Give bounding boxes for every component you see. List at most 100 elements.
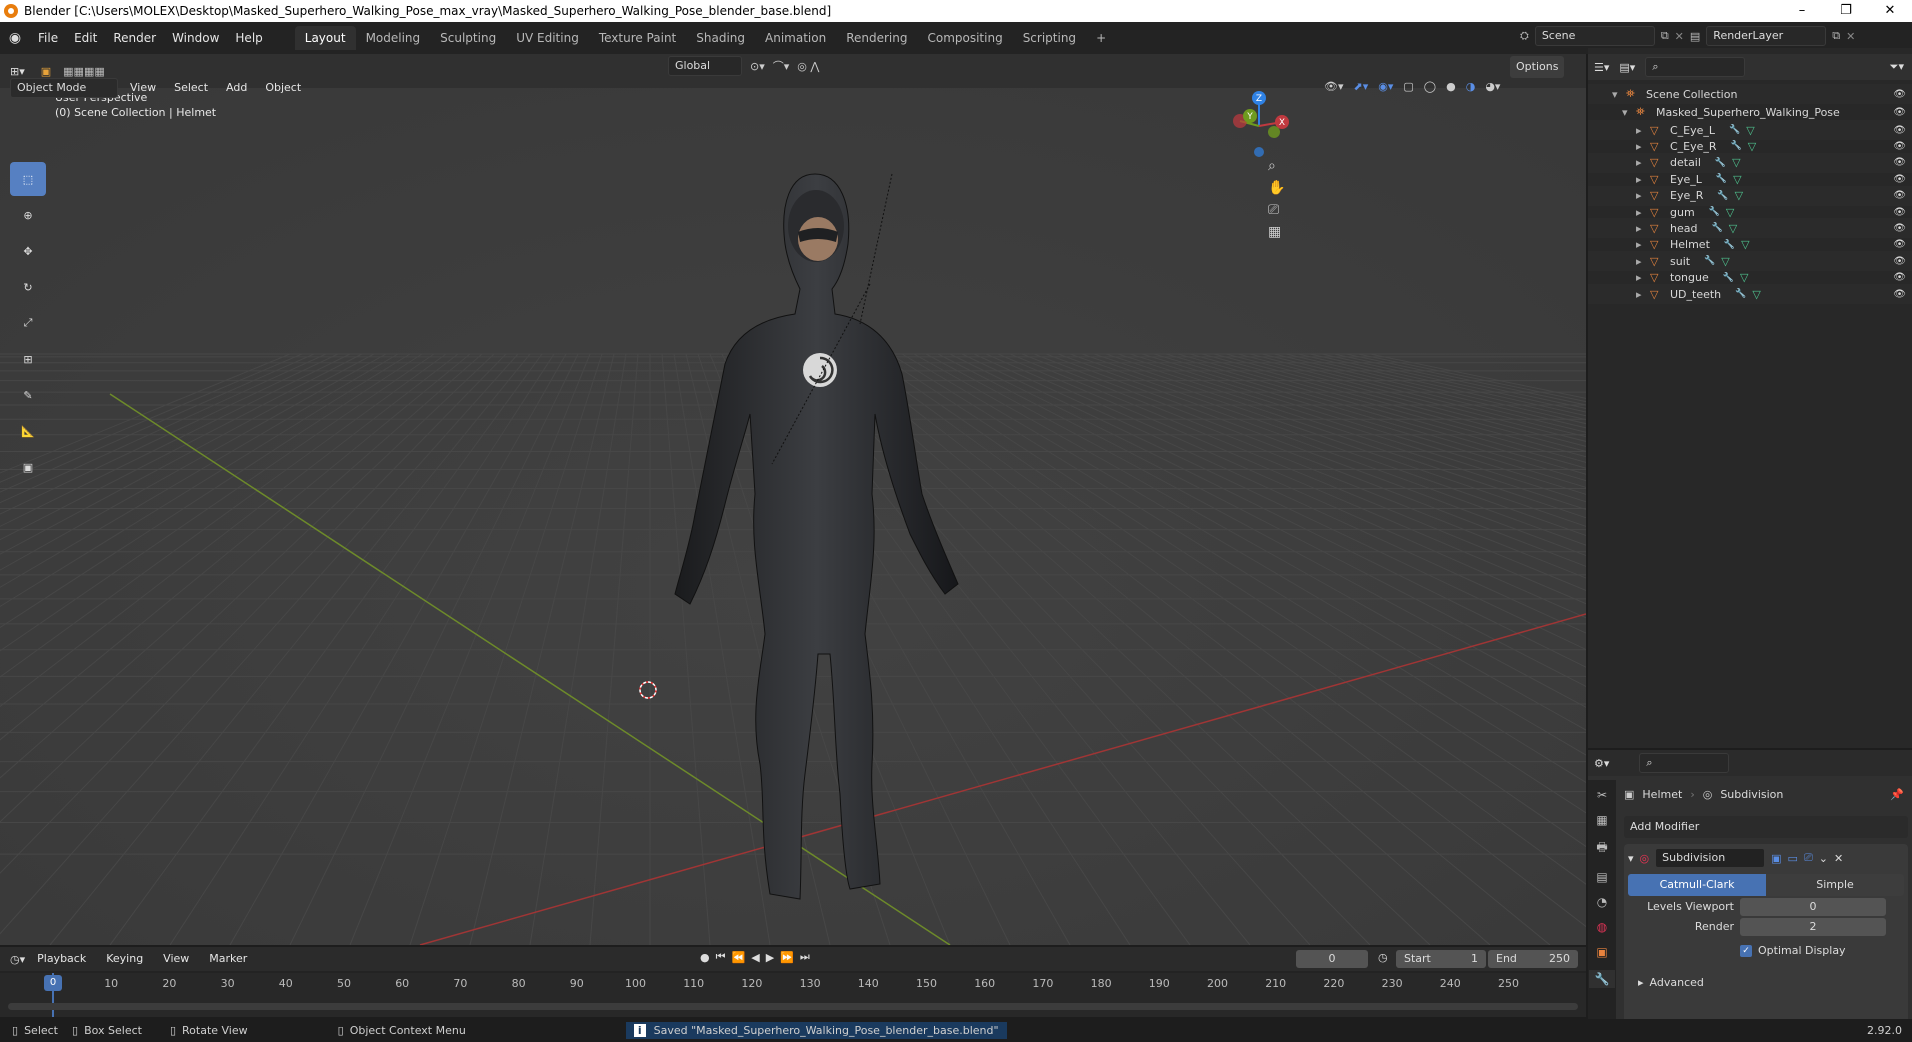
delete-modifier-icon[interactable]: ✕ [1834, 852, 1843, 865]
modifier-indicator-icon[interactable]: 🔧 [1704, 256, 1715, 266]
menu-render[interactable]: Render [105, 26, 164, 50]
expand-arrow-icon[interactable]: ▸ [1636, 206, 1650, 219]
expand-arrow-icon[interactable]: ▸ [1636, 255, 1650, 268]
tab-animation[interactable]: Animation [755, 26, 836, 50]
minimize-button[interactable]: – [1780, 0, 1824, 22]
prev-keyframe-icon[interactable]: ⏪ [732, 951, 746, 964]
tab-compositing[interactable]: Compositing [917, 26, 1012, 50]
scene-selector[interactable]: Scene [1534, 26, 1655, 46]
visibility-eye-icon[interactable]: 👁 [1893, 256, 1906, 267]
filter-icon[interactable]: ⏷▾ [1890, 60, 1904, 74]
select-box-tool[interactable]: ⬚ [10, 162, 46, 196]
visibility-eye-icon[interactable]: 👁 [1893, 125, 1906, 136]
camera-view-icon[interactable]: ⎚ [1268, 202, 1285, 218]
modifier-indicator-icon[interactable]: 🔧 [1729, 125, 1740, 135]
tab-modeling[interactable]: Modeling [356, 26, 431, 50]
transform-orientation-selector[interactable]: Global [668, 56, 742, 76]
tab-layout[interactable]: Layout [294, 26, 356, 50]
visibility-eye-icon[interactable]: 👁 [1893, 141, 1906, 152]
menu-keying[interactable]: Keying [98, 947, 151, 971]
scale-tool[interactable]: ⤢ [10, 306, 46, 340]
timeline-editor[interactable]: ◷▾ Playback Keying View Marker ● ⏮ ⏪ ◀ ▶… [0, 947, 1586, 1017]
menu-edit[interactable]: Edit [66, 26, 105, 50]
pin-icon[interactable]: 📌 [1890, 788, 1904, 801]
mesh-data-icon[interactable]: ▽ [1721, 255, 1729, 268]
timeline-scrollbar[interactable] [8, 1003, 1578, 1010]
next-keyframe-icon[interactable]: ⏩ [780, 951, 794, 964]
visibility-eye-icon[interactable]: 👁 [1893, 107, 1906, 118]
visibility-eye-icon[interactable]: 👁 [1893, 157, 1906, 168]
measure-tool[interactable]: 📐 [10, 414, 46, 448]
outliner-collection-row[interactable]: ▾ ⛯ Scene Collection 👁 [1588, 84, 1912, 104]
record-icon[interactable]: ● [700, 951, 710, 964]
mesh-data-icon[interactable]: ▽ [1735, 189, 1743, 202]
transform-tool[interactable]: ⊞ [10, 342, 46, 376]
modifier-tab-icon[interactable]: 🔧 [1588, 970, 1616, 988]
play-reverse-icon[interactable]: ◀ [751, 951, 759, 964]
display-mode-icon[interactable]: ▤▾ [1619, 61, 1635, 74]
output-tab-icon[interactable]: 🖶 [1596, 838, 1607, 859]
realtime-toggle-icon[interactable]: ▭ [1788, 852, 1798, 865]
add-workspace-icon[interactable]: + [1086, 26, 1116, 50]
scene-tab-icon[interactable]: ◔ [1597, 895, 1607, 909]
mesh-data-icon[interactable]: ▽ [1733, 173, 1741, 186]
add-modifier-dropdown[interactable]: Add Modifier [1624, 816, 1908, 838]
tab-texture-paint[interactable]: Texture Paint [589, 26, 686, 50]
blender-menu-icon[interactable]: ◉ [0, 30, 30, 46]
levels-viewport-field[interactable]: 0 [1740, 898, 1886, 916]
menu-window[interactable]: Window [164, 26, 227, 50]
expand-arrow-icon[interactable]: ▸ [1636, 124, 1650, 137]
visibility-eye-icon[interactable]: 👁 [1893, 207, 1906, 218]
cursor-tool[interactable]: ⊕ [10, 198, 46, 232]
tool-tab-icon[interactable]: ✂ [1597, 788, 1607, 802]
layer-remove-icon[interactable]: ✕ [1846, 30, 1855, 43]
maximize-button[interactable]: ❐ [1824, 0, 1868, 22]
visibility-eye-icon[interactable]: 👁 [1893, 223, 1906, 234]
move-tool[interactable]: ✥ [10, 234, 46, 268]
expand-arrow-icon[interactable]: ▸ [1636, 173, 1650, 186]
expand-arrow-icon[interactable]: ▸ [1636, 156, 1650, 169]
edit-mode-toggle-icon[interactable]: ▣ [1771, 852, 1781, 865]
perspective-grid-icon[interactable]: ▦ [1268, 224, 1285, 240]
visibility-eye-icon[interactable]: 👁 [1893, 89, 1906, 100]
expand-arrow-icon[interactable]: ▸ [1636, 140, 1650, 153]
mesh-data-icon[interactable]: ▽ [1732, 156, 1740, 169]
tab-scripting[interactable]: Scripting [1013, 26, 1086, 50]
mesh-data-icon[interactable]: ▽ [1748, 140, 1756, 153]
render-tab-icon[interactable]: ▦ [1596, 813, 1607, 827]
view-layer-tab-icon[interactable]: ▤ [1596, 870, 1607, 884]
overlays-icon[interactable]: ◉▾ [1378, 80, 1393, 93]
visibility-eye-icon[interactable]: 👁 [1893, 190, 1906, 201]
modifier-menu-icon[interactable]: ⌄ [1819, 852, 1828, 865]
visibility-icon[interactable]: 👁▾ [1324, 80, 1344, 93]
collapse-icon[interactable]: ▾ [1628, 852, 1634, 865]
tab-shading[interactable]: Shading [686, 26, 755, 50]
modifier-name-input[interactable]: Subdivision [1655, 848, 1766, 868]
visibility-eye-icon[interactable]: 👁 [1893, 272, 1906, 283]
expand-arrow-icon[interactable]: ▸ [1636, 238, 1650, 251]
play-icon[interactable]: ▶ [766, 951, 774, 964]
xray-icon[interactable]: ▢ [1403, 80, 1413, 93]
render-layer-selector[interactable]: RenderLayer [1706, 26, 1827, 46]
expand-arrow-icon[interactable]: ▾ [1612, 88, 1626, 101]
expand-arrow-icon[interactable]: ▾ [1622, 106, 1636, 119]
scene-copy-icon[interactable]: ⧉ [1661, 29, 1669, 43]
visibility-eye-icon[interactable]: 👁 [1893, 289, 1906, 300]
rotate-tool[interactable]: ↻ [10, 270, 46, 304]
scene-remove-icon[interactable]: ✕ [1675, 30, 1684, 43]
simple-button[interactable]: Simple [1766, 874, 1904, 896]
rendered-shading-icon[interactable]: ◕▾ [1485, 80, 1500, 93]
solid-shading-icon[interactable]: ● [1446, 80, 1456, 93]
menu-add[interactable]: Add [220, 76, 253, 100]
zoom-icon[interactable]: ⌕ [1268, 158, 1285, 174]
modifier-indicator-icon[interactable]: 🔧 [1715, 158, 1726, 168]
start-frame-field[interactable]: Start 1 [1396, 950, 1486, 968]
playhead-frame[interactable]: 0 [44, 975, 62, 991]
modifier-indicator-icon[interactable]: 🔧 [1709, 207, 1720, 217]
catmull-clark-button[interactable]: Catmull-Clark [1628, 874, 1766, 896]
visibility-eye-icon[interactable]: 👁 [1893, 239, 1906, 250]
expand-arrow-icon[interactable]: ▸ [1636, 288, 1650, 301]
expand-arrow-icon[interactable]: ▸ [1636, 189, 1650, 202]
optimal-display-checkbox[interactable]: ✓ [1740, 944, 1752, 957]
annotate-tool[interactable]: ✎ [10, 378, 46, 412]
